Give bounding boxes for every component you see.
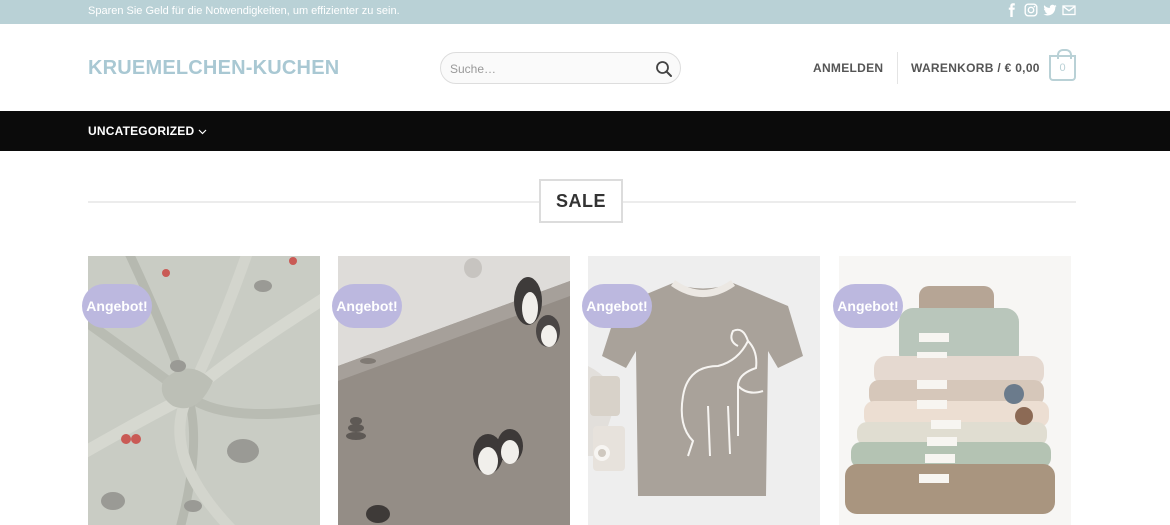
search-box: [440, 52, 681, 84]
facebook-icon[interactable]: [1005, 3, 1019, 19]
cart-link[interactable]: WARENKORB / € 0,00: [911, 61, 1040, 75]
instagram-icon[interactable]: [1024, 3, 1038, 19]
search-input[interactable]: [450, 60, 645, 78]
main-nav: UNCATEGORIZED: [0, 111, 1170, 151]
search-icon[interactable]: [655, 60, 673, 78]
nav-item-label: UNCATEGORIZED: [88, 124, 195, 138]
site-logo[interactable]: KRUEMELCHEN-KUCHEN: [88, 57, 339, 80]
section-title: SALE: [539, 179, 623, 223]
email-icon[interactable]: [1062, 3, 1076, 19]
twitter-icon[interactable]: [1043, 3, 1057, 19]
sale-badge: Angebot!: [332, 284, 402, 328]
sale-badge: Angebot!: [82, 284, 152, 328]
sale-badge: Angebot!: [833, 284, 903, 328]
login-link[interactable]: ANMELDEN: [813, 61, 883, 75]
sale-badge: Angebot!: [582, 284, 652, 328]
cart-count-badge[interactable]: 0: [1049, 49, 1076, 81]
social-links: [1005, 3, 1076, 19]
chevron-down-icon: [198, 127, 207, 136]
nav-item-uncategorized[interactable]: UNCATEGORIZED: [88, 124, 207, 138]
top-bar-message: Sparen Sie Geld für die Notwendigkeiten,…: [88, 5, 400, 17]
header-divider: [897, 52, 898, 84]
top-bar: Sparen Sie Geld für die Notwendigkeiten,…: [0, 0, 1170, 24]
site-header: KRUEMELCHEN-KUCHEN ANMELDEN WARENKORB / …: [0, 24, 1170, 111]
